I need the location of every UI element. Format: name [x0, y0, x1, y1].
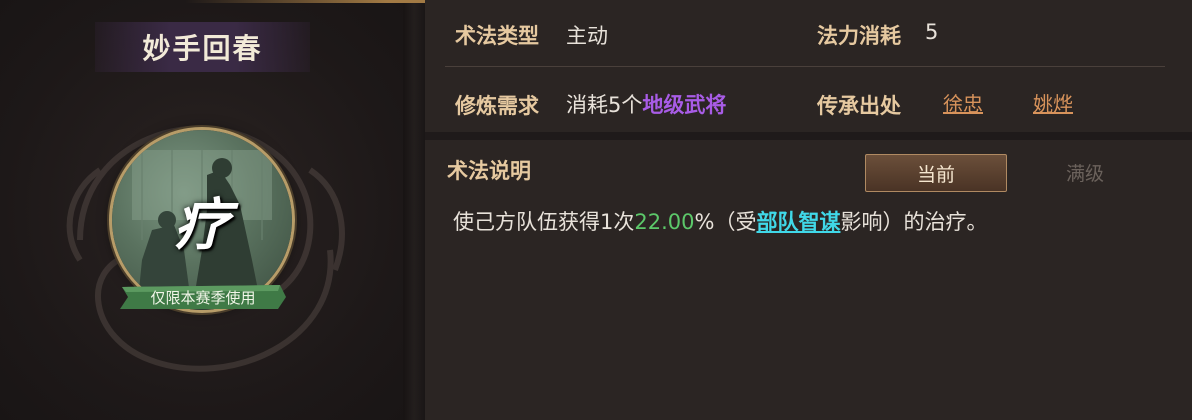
heal-rate-value: 22.00	[634, 210, 695, 234]
skill-icon-char: 疗	[174, 192, 230, 258]
effect-text-start: 使己方队伍获得1次	[453, 210, 635, 234]
skill-name: 妙手回春	[142, 32, 263, 65]
training-requirement-label: 修炼需求	[455, 94, 539, 118]
tab-max-level[interactable]: 满级	[1015, 154, 1155, 190]
season-only-badge: 仅限本赛季使用	[118, 283, 288, 311]
effect-text-end: 影响）的治疗。	[840, 210, 988, 234]
description-title: 术法说明	[447, 159, 531, 183]
training-requirement-value: 消耗5个地级武将	[566, 89, 726, 119]
info-row-divider	[445, 66, 1165, 67]
skill-type-label: 术法类型	[455, 24, 539, 48]
mana-cost-label: 法力消耗	[817, 24, 901, 48]
scaling-attribute-link[interactable]: 部队智谋	[756, 210, 840, 234]
mana-cost-value: 5	[925, 20, 939, 44]
requirement-prefix: 消耗5个	[566, 93, 643, 117]
effect-text-middle: %（受	[694, 210, 757, 234]
season-only-label: 仅限本赛季使用	[150, 288, 256, 307]
source-general-link-2[interactable]: 姚烨	[1033, 88, 1073, 117]
skill-effect-text: 使己方队伍获得1次22.00%（受部队智谋影响）的治疗。	[453, 206, 987, 236]
skill-type-value: 主动	[566, 24, 608, 48]
tab-current-level[interactable]: 当前	[865, 154, 1007, 192]
panel-divider	[403, 0, 425, 420]
requirement-general-grade: 地级武将	[642, 93, 727, 117]
inheritance-source-label: 传承出处	[817, 94, 901, 118]
skill-title-bar: 妙手回春	[95, 22, 310, 72]
source-general-link-1[interactable]: 徐忠	[943, 88, 983, 117]
